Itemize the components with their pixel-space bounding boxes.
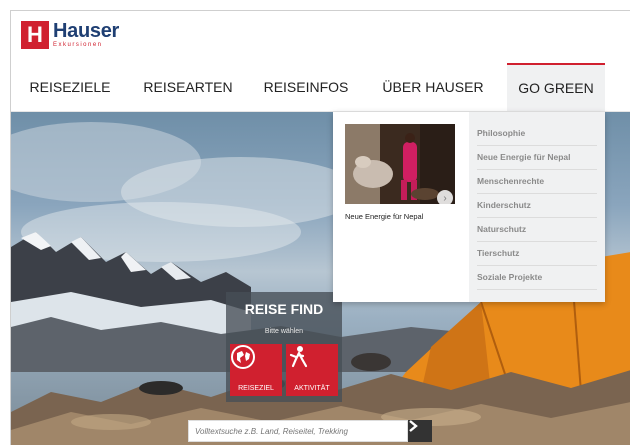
logo-mark-icon: H (21, 21, 49, 49)
finder-title: REISE FIND (244, 301, 324, 317)
nav-reisearten[interactable]: REISEARTEN (129, 63, 247, 111)
nav-reiseinfos[interactable]: REISEINFOS (247, 63, 365, 111)
reise-finder-panel: REISE FIND Bitte wählen REISEZIEL AKTIVI… (226, 292, 342, 402)
finder-aktivitaet-button[interactable]: AKTIVITÄT (286, 344, 338, 396)
link-kinderschutz[interactable]: Kinderschutz (477, 194, 597, 218)
logo-subtitle: Exkursionen (53, 42, 103, 48)
nav-go-green[interactable]: GO GREEN (507, 63, 605, 111)
dropdown-feature[interactable]: › Neue Energie für Nepal (333, 112, 469, 302)
link-soziale-projekte[interactable]: Soziale Projekte (477, 266, 597, 290)
chevron-right-icon[interactable]: › (437, 190, 453, 206)
link-tierschutz[interactable]: Tierschutz (477, 242, 597, 266)
hauser-logo[interactable]: H Hauser Exkursionen (21, 21, 119, 49)
link-naturschutz[interactable]: Naturschutz (477, 218, 597, 242)
search-submit-button[interactable] (408, 420, 432, 442)
feature-caption[interactable]: Neue Energie für Nepal (345, 212, 463, 221)
nav-reiseziele[interactable]: REISEZIELE (11, 63, 129, 111)
globe-icon (231, 345, 255, 369)
link-neue-energie[interactable]: Neue Energie für Nepal (477, 146, 597, 170)
link-menschenrechte[interactable]: Menschenrechte (477, 170, 597, 194)
go-green-links: Philosophie Neue Energie für Nepal Mensc… (477, 122, 597, 290)
go-green-dropdown: › Neue Energie für Nepal Philosophie Neu… (333, 112, 605, 302)
hiker-icon (289, 346, 308, 368)
logo-name: Hauser (53, 20, 120, 42)
site-header: H Hauser Exkursionen (11, 11, 630, 63)
finder-aktivitaet-label: AKTIVITÄT (294, 385, 330, 392)
browser-viewport: H Hauser Exkursionen REISEZIELE REISEART… (10, 10, 630, 445)
nav-ueber-hauser[interactable]: ÜBER HAUSER (365, 63, 501, 111)
finder-reiseziel-button[interactable]: REISEZIEL (230, 344, 282, 396)
finder-reiseziel-label: REISEZIEL (238, 385, 274, 392)
chevron-right-icon (409, 420, 418, 432)
main-navigation: REISEZIELE REISEARTEN REISEINFOS ÜBER HA… (11, 63, 630, 112)
fulltext-search-input[interactable] (188, 420, 408, 442)
finder-subtitle: Bitte wählen (264, 328, 304, 335)
link-philosophie[interactable]: Philosophie (477, 122, 597, 146)
